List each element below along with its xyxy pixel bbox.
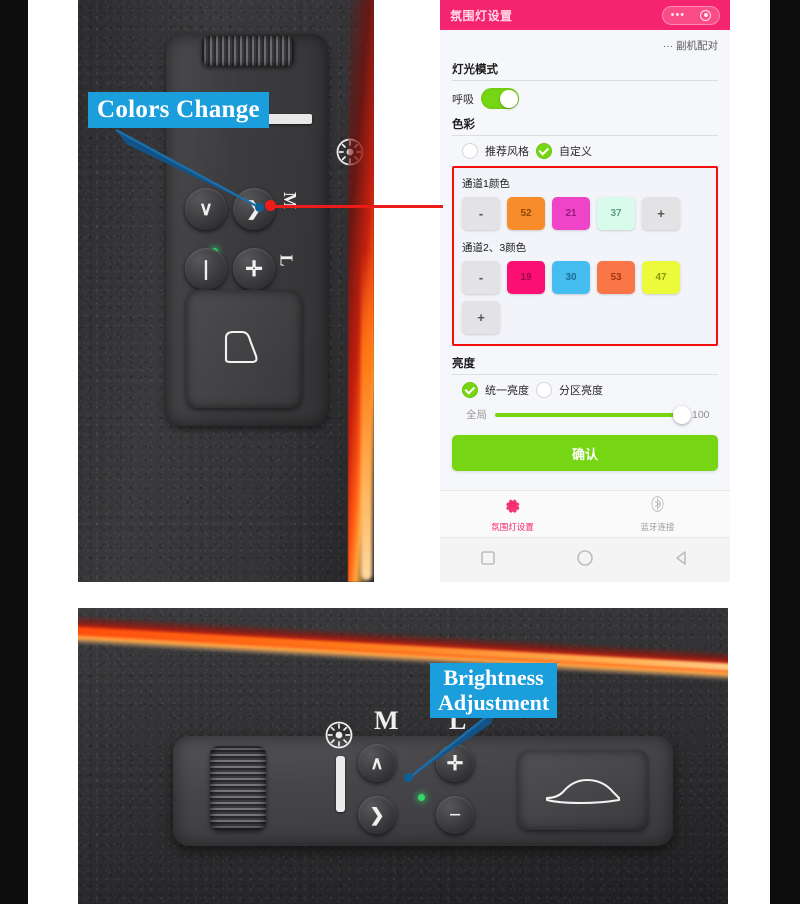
radio-unified-brightness[interactable] [462,382,478,398]
trunk-release-button-bottom[interactable] [518,750,648,830]
tab-bluetooth-connection[interactable]: 蓝牙连接 [585,491,730,537]
channel23-swatches: - 19 30 53 47 + [462,261,708,334]
left-black-rail [0,0,28,904]
red-connector-line [273,205,443,208]
brightness-section-title: 亮度 [452,355,718,375]
channel23-swatch-3[interactable]: 53 [597,261,635,294]
global-slider-label: 全局 [466,409,487,421]
radio-zoned-brightness[interactable] [536,382,552,398]
channel23-minus-button[interactable]: - [462,261,500,294]
channel23-swatch-1[interactable]: 19 [507,261,545,294]
brightness-tick-mark-bottom [336,756,345,812]
triangle-back-icon[interactable] [674,550,690,571]
photo-volvo-panel-vertical: ∨ ❯ ❘ ✛ M L [78,0,374,582]
global-slider-value: 100 [692,408,710,421]
confirm-button[interactable]: 确认 [452,435,718,471]
minus-button[interactable]: − [436,796,474,834]
channel23-swatch-2[interactable]: 30 [552,261,590,294]
callout-brightness-adjustment: Brightness Adjustment [430,663,558,719]
up-arrow-button[interactable]: ∧ [358,744,396,782]
tab-label-ambient: 氛围灯设置 [491,521,534,532]
callout-line-1: Brightness [443,665,544,690]
up-arrow-glyph: ∧ [370,752,384,773]
breathing-label: 呼吸 [452,93,474,106]
miniprogram-capsule[interactable]: ••• [662,5,720,25]
app-title: 氛围灯设置 [450,8,513,23]
recommended-style-label: 推荐风格 [485,146,529,158]
channel1-swatch-2[interactable]: 21 [552,197,590,230]
gear-icon [504,496,521,518]
radio-recommended-style[interactable] [462,143,478,159]
minus-glyph: − [448,802,462,827]
bluetooth-icon [650,495,665,518]
status-led-indicator-bottom [418,794,425,801]
callout-line-2: Adjustment [438,689,550,715]
right-black-rail [770,0,800,904]
app-header: 氛围灯设置 ••• [440,0,730,30]
light-mode-section-title: 灯光模式 [452,61,718,81]
colors-change-anchor-dot [255,203,264,212]
circle-home-icon[interactable] [576,549,594,572]
color-highlight-box: 通道1颜色 - 52 21 37 + 通道2、3颜色 - 19 30 53 47… [452,166,718,346]
bar-button[interactable]: ❘ [185,248,227,290]
app-body: ··· 副机配对 灯光模式 呼吸 色彩 推荐风格 自定义 通道1颜色 - 52 [440,30,730,471]
channel23-plus-button[interactable]: + [462,301,500,334]
red-connector-dot [265,200,276,211]
product-page: ∨ ❯ ❘ ✛ M L Colors Change 氛围灯设置 ••• ··· … [0,0,800,904]
channel1-swatch-3[interactable]: 37 [597,197,635,230]
thumbwheel-dial-bottom [210,746,266,830]
channel1-plus-button[interactable]: + [642,197,680,230]
android-navigation-bar [440,537,730,582]
plus-glyph: ✛ [245,256,263,281]
color-mode-options: 推荐风格 自定义 [462,143,718,159]
zoned-brightness-label: 分区亮度 [559,385,603,397]
pairing-label: 副机配对 [676,40,718,52]
square-recents-icon[interactable] [480,550,496,571]
pairing-dots: ··· [662,40,674,52]
channel1-minus-button[interactable]: - [462,197,500,230]
callout-colors-change: Colors Change [88,92,269,128]
custom-label: 自定义 [559,146,592,158]
thumbwheel-dial [202,36,294,66]
trunk-release-button[interactable] [186,290,302,408]
tab-ambient-light-settings[interactable]: 氛围灯设置 [440,491,585,537]
unified-brightness-label: 统一亮度 [485,385,529,397]
right-arrow-glyph-bottom: ❯ [369,804,385,825]
brightness-sun-icon-bottom [322,718,356,752]
global-slider-knob[interactable] [673,405,691,424]
pairing-link[interactable]: ··· 副机配对 [452,36,718,57]
bar-glyph: ❘ [198,258,214,280]
channel23-swatch-4[interactable]: 47 [642,261,680,294]
breathing-toggle[interactable] [481,88,519,109]
colors-change-pointer [110,118,280,228]
brightness-anchor-dot [404,773,413,782]
channel23-label: 通道2、3颜色 [462,242,527,254]
app-tabbar: 氛围灯设置 蓝牙连接 [440,490,730,537]
l-marking: L [276,254,297,267]
plus-button[interactable]: ✛ [233,248,275,290]
phone-app-screenshot: 氛围灯设置 ••• ··· 副机配对 灯光模式 呼吸 色彩 推荐风格 自定义 通… [440,0,730,582]
right-arrow-button-bottom[interactable]: ❯ [358,796,396,834]
global-brightness-slider-row[interactable]: 全局 100 [466,405,716,424]
channel1-swatches: - 52 21 37 + [462,197,708,230]
ambient-led-glow [361,250,372,580]
channel1-label: 通道1颜色 [462,178,510,190]
target-icon[interactable] [700,9,712,21]
tab-label-bluetooth: 蓝牙连接 [640,522,675,532]
channel1-swatch-1[interactable]: 52 [507,197,545,230]
breathing-toggle-row[interactable]: 呼吸 [452,88,718,109]
color-section-title: 色彩 [452,116,718,136]
radio-custom[interactable] [536,143,552,159]
brightness-mode-options: 统一亮度 分区亮度 [462,382,718,398]
global-slider-track[interactable] [495,405,691,424]
more-dots-icon[interactable]: ••• [671,9,686,21]
